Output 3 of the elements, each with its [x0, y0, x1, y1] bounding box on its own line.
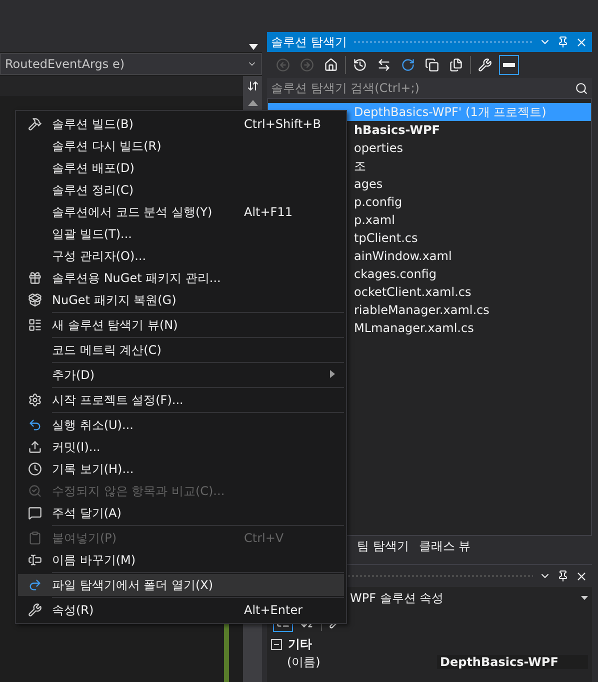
property-name: (이름) — [286, 654, 322, 670]
category-label: 기타 — [288, 636, 312, 652]
panel-title: 솔루션 탐색기 — [271, 34, 347, 50]
